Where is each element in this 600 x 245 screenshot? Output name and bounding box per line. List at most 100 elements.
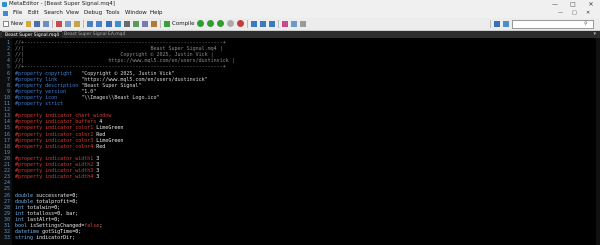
code-line: 7 #property link "https://www.mql5.com/en… — [0, 77, 600, 83]
code-line: 29 int totalloss=0, bar; — [0, 211, 600, 217]
code-line: 31 bool isSettingsChanged=false; — [0, 223, 600, 229]
code-line: 16 #property indicator_color2 Red — [0, 132, 600, 138]
step-over-icon[interactable] — [260, 21, 266, 27]
line-number: 28 — [3, 204, 10, 211]
code-token: #property indicator_color1 — [15, 125, 97, 132]
globe-icon[interactable] — [503, 21, 509, 27]
line-number: 3 — [6, 52, 10, 59]
code-editor[interactable]: 1 //+------------------------------------… — [0, 38, 600, 245]
pause-icon[interactable] — [227, 20, 234, 27]
code-line: 33 string indicatorDir; — [0, 235, 600, 241]
code-token: "https://www.mql5.com/en/users/dustinvic… — [81, 76, 208, 83]
code-token: totalwin= — [27, 204, 55, 211]
search-input[interactable] — [513, 21, 591, 27]
menu-file[interactable]: File — [13, 9, 22, 18]
tabs-dropdown-icon[interactable]: ▾ — [593, 31, 596, 38]
doc-restore-button[interactable]: □ — [572, 9, 577, 18]
help-book-icon[interactable] — [151, 21, 157, 27]
undo-icon[interactable] — [87, 21, 93, 27]
code-token: 3 — [96, 155, 100, 162]
menu-search[interactable]: Search — [44, 9, 63, 18]
save-icon[interactable] — [34, 21, 40, 27]
new-button[interactable]: New — [11, 20, 23, 28]
code-line: 13 #property indicator_chart_window — [0, 113, 600, 119]
open-folder-icon[interactable] — [26, 21, 31, 27]
window-title: MetaEditor - [Beast Super Signal.mq4] — [9, 1, 115, 7]
toolbox-icon[interactable] — [115, 21, 121, 27]
menu-tools[interactable]: Tools — [106, 9, 120, 18]
menu-bar: File Edit Search View Debug Tools Window… — [0, 9, 600, 18]
copy-icon[interactable] — [65, 21, 71, 27]
doc-minimize-button[interactable]: — — [558, 9, 563, 18]
save-all-icon[interactable] — [43, 21, 49, 27]
tab-beast-super-signal[interactable]: Beast Super Signal.mq4 — [2, 31, 63, 38]
terminal-icon[interactable] — [124, 21, 130, 27]
code-token: #property indicator_color4 — [15, 143, 97, 150]
step-into-icon[interactable] — [251, 21, 257, 27]
resume-icon[interactable] — [217, 20, 224, 27]
document-icon — [3, 11, 8, 16]
code-line: 9 #property version "1.0" — [0, 89, 600, 95]
start-debug-history-icon[interactable] — [207, 20, 214, 27]
code-token: gotSigTime= — [42, 229, 76, 236]
compile-button[interactable]: Compile — [172, 20, 195, 28]
code-line: 8 #property description "Beast Super Sign… — [0, 83, 600, 89]
pen-icon[interactable] — [494, 21, 500, 27]
step-out-icon[interactable] — [269, 21, 275, 27]
code-token: #property description — [15, 82, 82, 89]
maximize-button[interactable]: □ — [564, 0, 582, 9]
code-token: Red — [96, 131, 106, 138]
separator — [52, 20, 53, 28]
line-number: 11 — [3, 101, 10, 107]
doc-close-button[interactable]: ✕ — [586, 9, 590, 18]
code-line: 27 double totalprofit=0; — [0, 199, 600, 205]
line-number: 1 — [6, 40, 10, 46]
code-token: //| Copyright © 2025, Justin Vick | — [15, 52, 214, 59]
code-token: int — [15, 204, 28, 211]
close-button[interactable]: ✕ — [582, 0, 600, 9]
code-token: //| https://www.mql5.com/en/users/dustin… — [15, 58, 235, 65]
search-box[interactable] — [512, 20, 594, 29]
code-line: 21 #property indicator_width2 3 — [0, 162, 600, 168]
separator — [490, 20, 491, 28]
navigator-icon[interactable] — [106, 21, 112, 27]
vertical-scrollbar[interactable] — [596, 38, 600, 245]
code-line: 1 //+------------------------------------… — [0, 40, 600, 46]
profiler-icon[interactable] — [282, 21, 288, 27]
start-debug-real-icon[interactable] — [197, 20, 204, 27]
line-number: 24 — [3, 180, 10, 187]
code-text: #property link "https://www.mql5.com/en/… — [15, 77, 208, 83]
title-bar: MetaEditor - [Beast Super Signal.mq4] — … — [0, 0, 600, 9]
code-text: int totalloss=0, bar; — [15, 211, 78, 217]
redo-icon[interactable] — [96, 21, 102, 27]
tab-beast-super-signal-ea[interactable]: Beast Super Signal EA.mq4 — [61, 31, 128, 38]
code-text: #property indicator_width1 3 — [15, 156, 99, 162]
document-tabs: Beast Super Signal.mq4 Beast Super Signa… — [0, 31, 600, 38]
code-text: #property indicator_color1 LimeGreen — [15, 125, 123, 131]
code-token: LimeGreen — [96, 137, 124, 144]
menu-help[interactable]: Help — [150, 9, 163, 18]
line-number: 18 — [3, 143, 10, 150]
minimize-button[interactable]: — — [546, 0, 564, 9]
menu-window[interactable]: Window — [125, 9, 147, 18]
metaeditor-app-icon — [2, 2, 7, 7]
code-token: #property icon — [15, 94, 82, 101]
line-number: 29 — [3, 210, 10, 217]
code-line: 14 #property indicator_buffers 4 — [0, 119, 600, 125]
menu-view[interactable]: View — [66, 9, 79, 18]
bookmark-icon[interactable] — [291, 21, 297, 27]
search-icon[interactable]: ⚲ — [584, 21, 588, 27]
menu-debug[interactable]: Debug — [84, 9, 102, 18]
code-token: #property indicator_width4 — [15, 174, 97, 181]
stop-icon[interactable] — [237, 20, 244, 27]
code-token: #property indicator_width2 — [15, 162, 97, 168]
settings-gear-icon[interactable] — [300, 21, 306, 27]
code-token: double — [15, 198, 37, 205]
separator — [160, 20, 161, 28]
cut-icon[interactable] — [56, 21, 62, 27]
menu-edit[interactable]: Edit — [28, 9, 39, 18]
paste-icon[interactable] — [74, 21, 80, 27]
market-icon[interactable] — [133, 21, 139, 27]
code-token: isSettingsChanged= — [30, 223, 85, 229]
styler-icon[interactable] — [142, 21, 148, 27]
